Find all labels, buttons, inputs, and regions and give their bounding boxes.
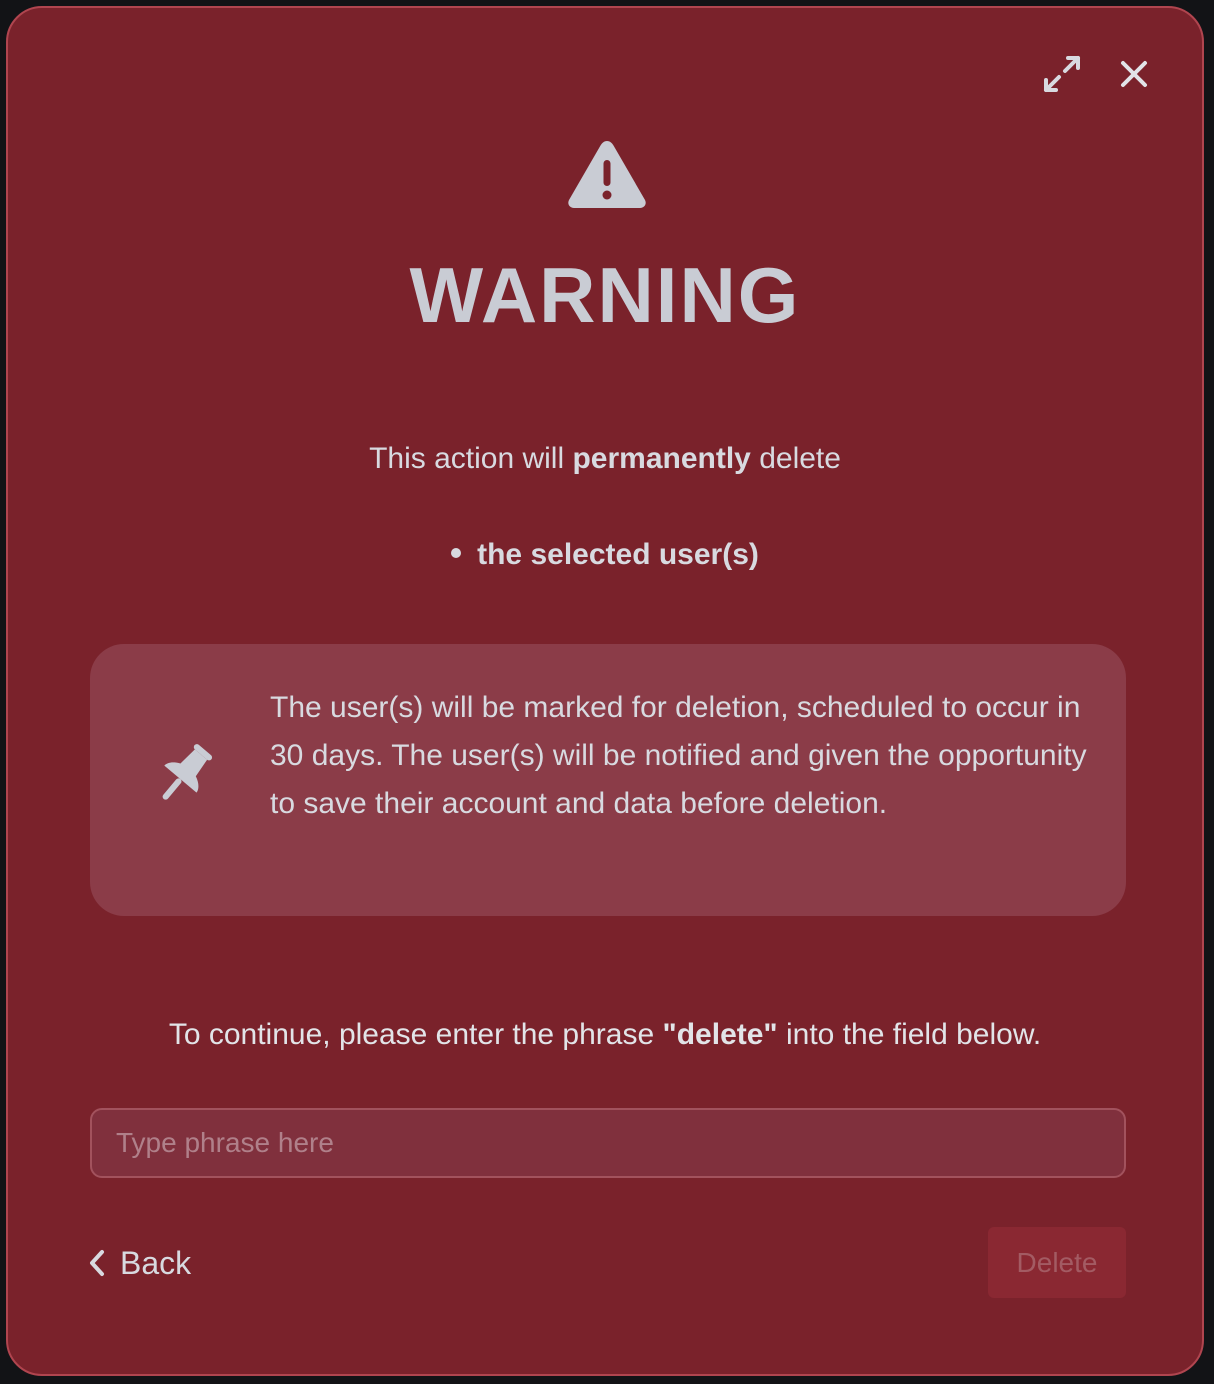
delete-target-list-item: the selected user(s): [8, 538, 1202, 572]
bullet-dot: [451, 548, 462, 559]
lead-prefix: This action will: [369, 442, 573, 475]
instruction-prefix: To continue, please enter the phrase: [168, 1018, 663, 1051]
confirmation-instruction: To continue, please enter the phrase "de…: [8, 1018, 1202, 1052]
delete-button-label: Delete: [1016, 1246, 1098, 1278]
expand-icon: [1044, 56, 1080, 92]
back-button[interactable]: Back: [88, 1238, 191, 1288]
close-button[interactable]: [1112, 52, 1156, 96]
delete-button[interactable]: Delete: [988, 1227, 1126, 1298]
modal-lead-text: This action will permanently delete: [8, 442, 1202, 476]
delete-target-label: the selected user(s): [477, 538, 759, 571]
info-callout: The user(s) will be marked for deletion,…: [90, 644, 1126, 916]
lead-suffix: delete: [750, 442, 841, 475]
modal-title: WARNING: [409, 251, 801, 339]
back-button-label: Back: [120, 1244, 192, 1281]
close-icon: [1121, 61, 1147, 87]
confirm-phrase-input[interactable]: [90, 1108, 1126, 1178]
instruction-suffix: into the field below.: [777, 1018, 1042, 1051]
pushpin-icon: [162, 744, 213, 800]
expand-button[interactable]: [1040, 52, 1084, 96]
chevron-left-icon: [90, 1250, 104, 1276]
modal-top-actions: [1040, 52, 1156, 96]
info-callout-text: The user(s) will be marked for deletion,…: [270, 691, 1087, 820]
delete-confirmation-modal: WARNING This action will permanently del…: [6, 6, 1204, 1376]
warning-triangle-icon: [568, 141, 646, 208]
instruction-phrase: "delete": [662, 1018, 778, 1051]
lead-emphasis: permanently: [572, 442, 751, 475]
